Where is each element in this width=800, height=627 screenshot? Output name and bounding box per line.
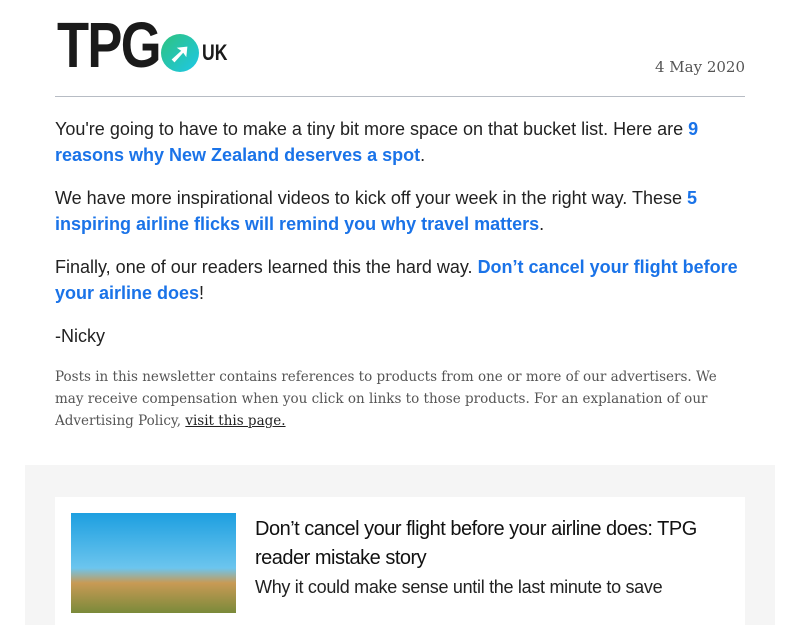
signature: -Nicky [55,326,105,346]
article-card[interactable]: Don’t cancel your flight before your air… [55,497,745,627]
tpg-uk-logo[interactable]: TPG ➚ UK [57,9,234,81]
logo-text: TPG [57,9,162,81]
paragraph: Finally, one of our readers learned this… [55,254,745,306]
disclaimer: Posts in this newsletter contains refere… [55,366,745,432]
article-description: Why it could make sense until the last m… [255,577,663,597]
newsletter-body: You're going to have to make a tiny bit … [55,116,745,432]
paragraph: We have more inspirational videos to kic… [55,185,745,237]
text: You're going to have to make a tiny bit … [55,119,689,139]
article-image[interactable] [71,513,236,613]
arrow-up-right-icon: ➚ [161,34,199,72]
text: . [539,214,545,234]
newsletter-date: 4 May 2020 [654,58,745,76]
paragraph: You're going to have to make a tiny bit … [55,116,745,168]
article-title[interactable]: Don’t cancel your flight before your air… [255,515,735,573]
divider [55,96,745,97]
disclaimer-text: Posts in this newsletter contains refere… [55,369,717,429]
advertising-policy-link[interactable]: visit this page. [185,413,285,429]
text: . [420,145,426,165]
text: We have more inspirational videos to kic… [55,188,687,208]
text: ! [199,283,205,303]
text: Finally, one of our readers learned this… [55,257,478,277]
logo-suffix: UK [202,40,228,65]
